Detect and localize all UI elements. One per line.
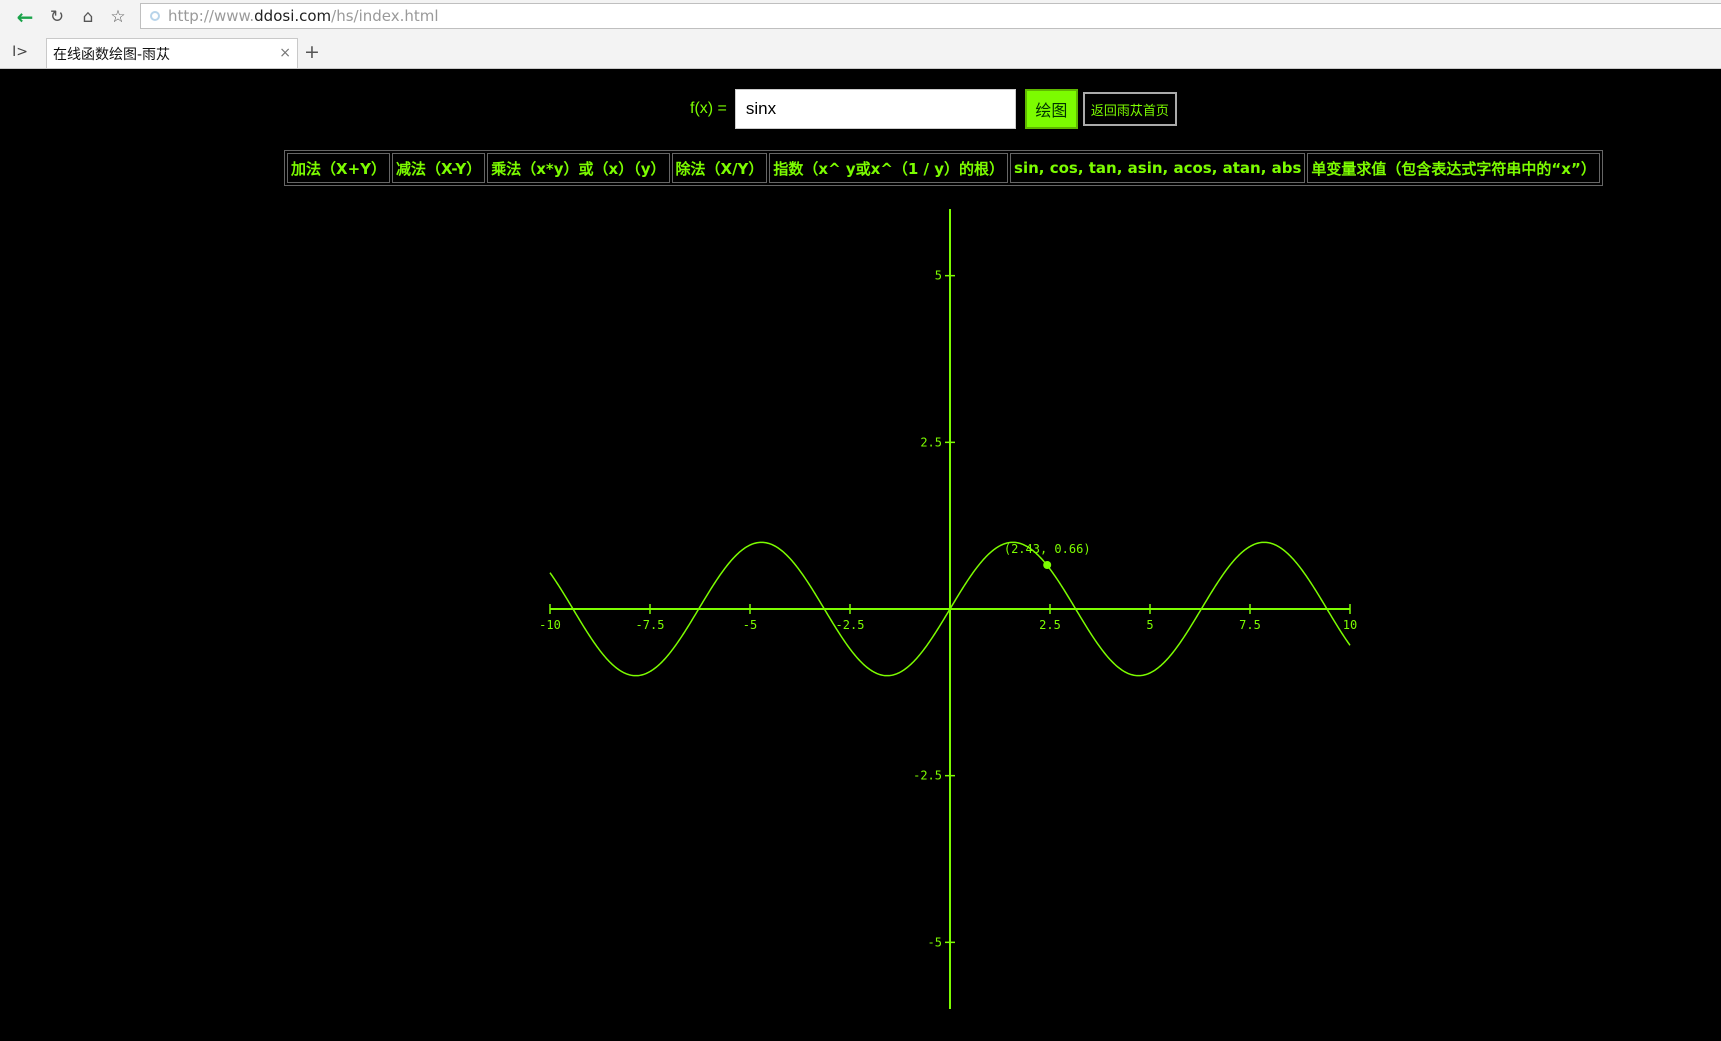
expression-input[interactable] [734,89,1016,129]
x-tick-label: -10 [540,618,561,632]
highlight-point [1043,561,1052,569]
reload-icon[interactable]: ↻ [44,4,70,30]
tab-active[interactable]: 在线函数绘图-雨苁 × [46,38,298,68]
help-cell-exponent: 指数（x^ y或x^（1 / y）的根） [769,153,1009,183]
help-cell-variable: 单变量求值（包含表达式字符串中的“x”） [1307,153,1600,183]
highlight-point-label: (2.43, 0.66) [1004,542,1091,556]
home-icon[interactable]: ⌂ [75,4,101,30]
site-info-icon[interactable] [150,11,160,21]
tab-bar: I> 在线函数绘图-雨苁 × + [0,36,1721,68]
tab-close-icon[interactable]: × [279,45,291,61]
help-cell-divide: 除法（X/Y） [671,153,768,183]
help-cell-add: 加法（X+Y） [287,153,390,183]
url-path: /hs/index.html [331,7,439,25]
back-arrow-icon[interactable]: ← [12,4,38,30]
url-prefix: http://www. [168,7,255,25]
plot-button[interactable]: 绘图 [1024,89,1078,129]
help-cell-trig: sin, cos, tan, asin, acos, atan, abs [1010,153,1306,183]
x-tick-label: 7.5 [1239,618,1261,632]
sidebar-toggle-icon[interactable]: I> [10,42,30,62]
function-form: f(x) = 绘图 返回雨苁首页 [690,89,1177,129]
fx-label: f(x) = [690,100,727,117]
y-tick-label: -5 [928,935,942,949]
x-tick-label: -7.5 [636,618,665,632]
function-graph[interactable]: -10 -7.5 -5 -2.5 2.5 5 7.5 10 5 2.5 -2.5 -5 (2.43, 0… [540,199,1360,1019]
y-tick-label: -2.5 [913,769,942,783]
star-icon[interactable]: ☆ [105,4,131,30]
help-cell-subtract: 减法（X-Y） [392,153,486,183]
x-tick-label: -2.5 [836,618,865,632]
tab-title: 在线函数绘图-雨苁 [53,46,171,63]
y-tick-label: 2.5 [920,435,942,449]
new-tab-icon[interactable]: + [302,41,322,63]
return-home-button[interactable]: 返回雨苁首页 [1082,92,1177,126]
x-tick-label: 10 [1343,618,1357,632]
help-row: 加法（X+Y） 减法（X-Y） 乘法（x*y）或（x）（y） 除法（X/Y） 指… [287,153,1600,183]
y-tick-label: 5 [935,269,942,283]
url-domain: ddosi.com [254,7,332,25]
help-cell-multiply: 乘法（x*y）或（x）（y） [487,153,670,183]
address-bar[interactable]: http://www.ddosi.com/hs/index.html [140,3,1721,29]
browser-toolbar: ← ↻ ⌂ ☆ http://www.ddosi.com/hs/index.ht… [0,0,1721,33]
x-tick-label: -5 [743,618,757,632]
operator-help-table: 加法（X+Y） 减法（X-Y） 乘法（x*y）或（x）（y） 除法（X/Y） 指… [284,150,1603,186]
browser-chrome: ← ↻ ⌂ ☆ http://www.ddosi.com/hs/index.ht… [0,0,1721,69]
url-text[interactable]: http://www.ddosi.com/hs/index.html [168,7,439,25]
x-tick-label: 5 [1146,618,1153,632]
page-content: f(x) = 绘图 返回雨苁首页 加法（X+Y） 减法（X-Y） 乘法（x*y）… [0,69,1721,1041]
x-tick-label: 2.5 [1039,618,1061,632]
